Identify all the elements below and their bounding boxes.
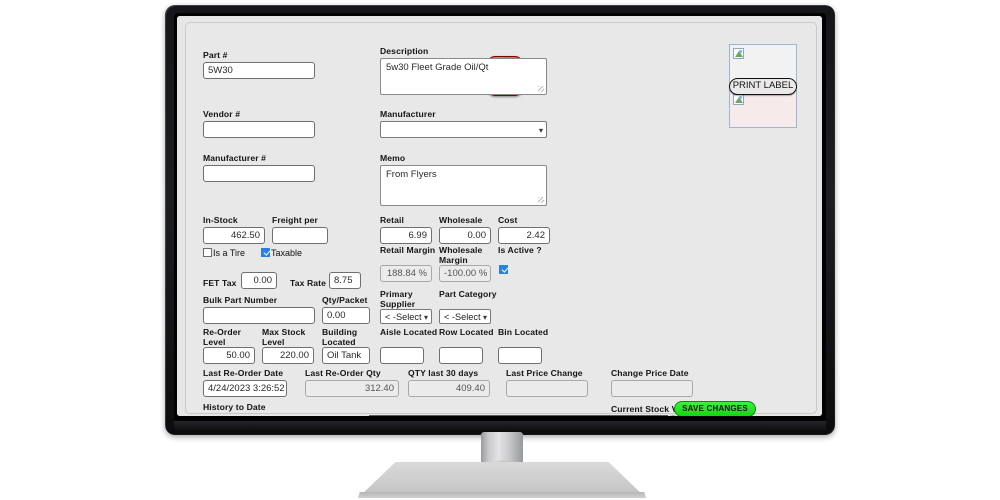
save-changes-button[interactable]: SAVE CHANGES: [674, 401, 756, 416]
broken-image-icon: [733, 48, 744, 59]
primary-supplier-select[interactable]: < -Select ▾: [380, 309, 432, 324]
last-reorder-date-input[interactable]: 4/24/2023 3:26:52: [203, 380, 287, 397]
bin-located-input[interactable]: [498, 347, 542, 364]
wholesale-margin-value: -100.00 %: [439, 265, 491, 282]
last-price-change-value: [506, 380, 588, 397]
reorder-level-label: Re-Order Level: [203, 327, 242, 347]
part-image-bottom[interactable]: [729, 90, 797, 128]
retail-margin-label: Retail Margin: [380, 245, 436, 255]
retail-label: Retail: [380, 215, 405, 225]
qty-packet-label: Qty/Packet: [322, 295, 368, 305]
history-table-header: From ---> WO # Date Qty Retail Total: [369, 415, 668, 416]
freight-per-label: Freight per: [272, 215, 318, 225]
memo-textarea[interactable]: From Flyers: [380, 165, 547, 206]
monitor-chin: [174, 421, 826, 432]
aisle-located-input[interactable]: [380, 347, 424, 364]
wholesale-label: Wholesale: [439, 215, 483, 225]
is-a-tire-checkbox[interactable]: Is a Tire: [203, 248, 245, 259]
screenshot-stage: Part # 5W30 Find by Desc Description 5w3…: [0, 0, 1000, 500]
part-number-input[interactable]: 5W30: [203, 62, 315, 79]
description-label: Description: [380, 46, 429, 56]
building-located-label: Building Located: [322, 327, 358, 347]
retail-margin-value: 188.84 %: [380, 265, 432, 282]
checkbox-box-checked: [261, 248, 270, 257]
last-reorder-qty-label: Last Re-Order Qty: [305, 368, 381, 378]
change-price-date-label: Change Price Date: [611, 368, 689, 378]
bulk-part-number-input[interactable]: [203, 307, 315, 324]
parts-inventory-app: Part # 5W30 Find by Desc Description 5w3…: [177, 16, 822, 416]
qty-last-30-days-value: 409.40: [408, 380, 490, 397]
print-label-button[interactable]: PRINT LABEL: [729, 78, 797, 95]
manufacturer-number-label: Manufacturer #: [203, 153, 267, 163]
in-stock-input[interactable]: 462.50: [203, 227, 265, 244]
taxable-checkbox[interactable]: Taxable: [261, 248, 302, 259]
max-stock-level-label: Max Stock Level: [262, 327, 306, 347]
monitor-stand-base-lip: [358, 492, 646, 498]
part-category-value: < -Select: [444, 312, 481, 322]
part-category-label: Part Category: [439, 289, 497, 299]
max-stock-level-input[interactable]: 220.00: [262, 347, 314, 364]
bin-located-label: Bin Located: [498, 327, 549, 337]
manufacturer-select[interactable]: ▾: [380, 121, 547, 138]
history-scrollbar[interactable]: [669, 415, 677, 416]
reorder-level-input[interactable]: 50.00: [203, 347, 255, 364]
manufacturer-label: Manufacturer: [380, 109, 436, 119]
qty-packet-input[interactable]: 0.00: [322, 307, 370, 324]
chevron-down-icon: ▾: [423, 313, 428, 322]
change-price-date-value: [611, 380, 693, 397]
vendor-number-label: Vendor #: [203, 109, 241, 119]
retail-input[interactable]: 6.99: [380, 227, 432, 244]
wholesale-input[interactable]: 0.00: [439, 227, 491, 244]
last-reorder-qty-value: 312.40: [305, 380, 399, 397]
part-number-label: Part #: [203, 50, 228, 60]
is-a-tire-label: Is a Tire: [213, 248, 246, 258]
tax-rate-input[interactable]: 8.75: [329, 272, 361, 289]
history-table: From ---> WO # Date Qty Retail Total 4/1…: [369, 415, 677, 416]
in-stock-label: In-Stock: [203, 215, 238, 225]
monitor-frame: Part # 5W30 Find by Desc Description 5w3…: [165, 5, 835, 435]
cost-label: Cost: [498, 215, 518, 225]
row-located-input[interactable]: [439, 347, 483, 364]
checkbox-box-checked: [499, 265, 508, 274]
is-active-checkbox[interactable]: [499, 265, 509, 276]
memo-label: Memo: [380, 153, 406, 163]
monitor-screen: Part # 5W30 Find by Desc Description 5w3…: [177, 16, 822, 416]
description-textarea[interactable]: 5w30 Fleet Grade Oil/Qt: [380, 58, 547, 95]
aisle-located-label: Aisle Located: [380, 327, 438, 337]
history-to-date-label: History to Date: [203, 402, 266, 412]
tax-rate-label: Tax Rate: [290, 278, 326, 288]
broken-image-icon: [733, 94, 744, 105]
freight-per-input[interactable]: [272, 227, 328, 244]
manufacturer-number-input[interactable]: [203, 165, 315, 182]
checkbox-box-unchecked: [203, 248, 212, 257]
primary-supplier-value: < -Select: [385, 312, 422, 322]
wholesale-margin-label: Wholesale Margin: [439, 245, 483, 265]
building-located-input[interactable]: Oil Tank: [322, 347, 370, 364]
fet-tax-input[interactable]: 0.00: [241, 272, 277, 289]
last-price-change-label: Last Price Change: [506, 368, 583, 378]
qty-last-30-days-label: QTY last 30 days: [408, 368, 479, 378]
bulk-part-number-label: Bulk Part Number: [203, 295, 278, 305]
taxable-label: Taxable: [271, 248, 303, 258]
is-active-label: Is Active ?: [498, 245, 542, 255]
cost-input[interactable]: 2.42: [498, 227, 550, 244]
primary-supplier-label: Primary Supplier: [380, 289, 416, 309]
vendor-number-input[interactable]: [203, 121, 315, 138]
fet-tax-label: FET Tax: [203, 278, 237, 288]
part-category-select[interactable]: < -Select ▾: [439, 309, 491, 324]
chevron-down-icon: ▾: [482, 313, 487, 322]
chevron-down-icon: ▾: [538, 126, 543, 135]
row-located-label: Row Located: [439, 327, 494, 337]
last-reorder-date-label: Last Re-Order Date: [203, 368, 284, 378]
